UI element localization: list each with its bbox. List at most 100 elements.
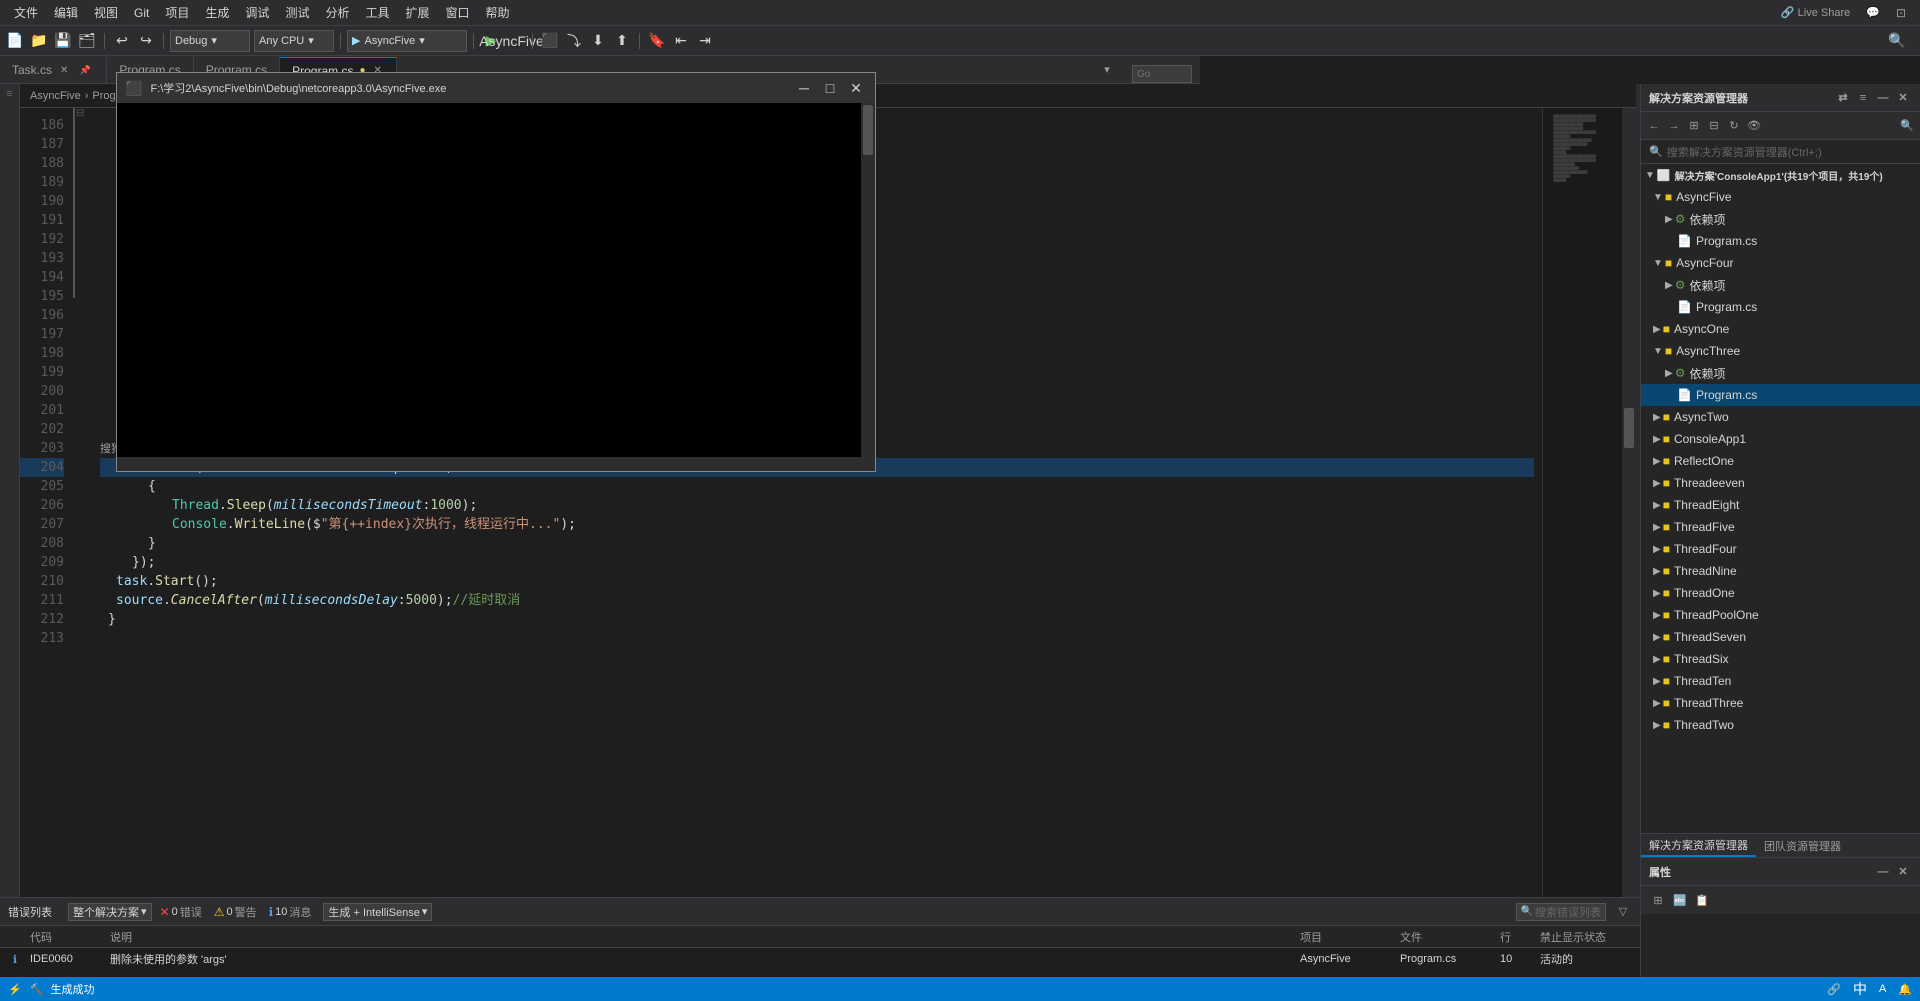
project-threadten[interactable]: ▶ ■ ThreadTen [1641,670,1920,692]
undo-btn[interactable]: ↩ [111,30,133,52]
project-threadseven[interactable]: ▶ ■ ThreadSeven [1641,626,1920,648]
sol-exp-sync-btn[interactable]: ⇄ [1834,89,1852,107]
window-controls[interactable]: ⊡ [1888,4,1914,22]
project-threadnine[interactable]: ▶ ■ ThreadNine [1641,560,1920,582]
menu-project[interactable]: 项目 [157,2,197,23]
error-search-box[interactable]: 🔍 搜索错误列表 [1516,903,1606,921]
project-threadeeven[interactable]: ▶ ■ Threadeeven [1641,472,1920,494]
cpu-config-dropdown[interactable]: Any CPU ▾ [254,30,334,52]
step-over-btn[interactable]: ⤵ [563,30,585,52]
eh-project[interactable]: 项目 [1300,929,1400,945]
project-reflectone[interactable]: ▶ ■ ReflectOne [1641,450,1920,472]
file-asyncthree-program[interactable]: 📄 Program.cs [1641,384,1920,406]
sol-back-btn[interactable]: ← [1645,117,1663,135]
props-close-btn[interactable]: ✕ [1894,863,1912,881]
eh-file[interactable]: 文件 [1400,929,1500,945]
sol-search-btn[interactable]: 🔍 [1898,117,1916,135]
bookmark-nav-btn[interactable]: ⇤ [670,30,692,52]
error-filter-btn[interactable]: ▽ [1614,903,1632,921]
chinese-input-indicator[interactable]: 中 [1853,979,1867,999]
project-threadfive[interactable]: ▶ ■ ThreadFive [1641,516,1920,538]
project-asyncthree[interactable]: ▼ ■ AsyncThree [1641,340,1920,362]
collapse-marker-204[interactable]: ⊟ [76,108,84,119]
console-body[interactable] [117,103,875,471]
menu-analyze[interactable]: 分析 [317,2,357,23]
props-pages-btn[interactable]: 📋 [1693,891,1711,909]
project-threadsix[interactable]: ▶ ■ ThreadSix [1641,648,1920,670]
bookmark-nav2-btn[interactable]: ⇥ [694,30,716,52]
error-row-1[interactable]: ℹ IDE0060 删除未使用的参数 'args' AsyncFive Prog… [0,948,1640,970]
fold-all-btn[interactable]: ≡ [6,88,12,100]
console-scroll-thumb[interactable] [863,105,873,155]
warning-count-btn[interactable]: ⚠ 0 警告 [210,904,261,920]
menu-test[interactable]: 测试 [277,2,317,23]
live-share-status[interactable]: 🔗 [1827,983,1841,996]
run-target-dropdown[interactable]: AsyncFive ▾ [504,30,526,52]
menu-help[interactable]: 帮助 [478,2,518,23]
eh-status[interactable]: 禁止显示状态 [1540,929,1640,945]
step-out-btn[interactable]: ⬆ [611,30,633,52]
sol-exp-filter-btn[interactable]: ≡ [1854,89,1872,107]
solution-tree[interactable]: ▼ ⬜ 解决方案'ConsoleApp1'(共19个项目，共19个) ▼ ■ A… [1641,164,1920,833]
editor-vscroll-thumb[interactable] [1624,408,1634,448]
console-titlebar[interactable]: ⬛ F:\学习2\AsyncFive\bin\Debug\netcoreapp3… [117,73,875,103]
menu-debug[interactable]: 调试 [237,2,277,23]
console-vscrollbar[interactable] [861,103,875,471]
bookmark-btn[interactable]: 🔖 [646,30,668,52]
console-restore-btn[interactable]: □ [819,78,841,98]
sol-view-btn[interactable]: 👁 [1745,117,1763,135]
project-asynctwo[interactable]: ▶ ■ AsyncTwo [1641,406,1920,428]
project-threadone[interactable]: ▶ ■ ThreadOne [1641,582,1920,604]
sol-exp-close-btn[interactable]: ✕ [1894,89,1912,107]
sol-expand-btn[interactable]: ⊞ [1685,117,1703,135]
sol-exp-footer-tab2[interactable]: 团队资源管理器 [1756,834,1849,857]
search-btn[interactable]: 🔍 [1886,30,1908,52]
project-threadtwo[interactable]: ▶ ■ ThreadTwo [1641,714,1920,736]
eh-code[interactable]: 代码 [30,929,110,945]
sol-exp-footer-tab1[interactable]: 解决方案资源管理器 [1641,834,1756,857]
redo-btn[interactable]: ↪ [135,30,157,52]
statusbar-left-icon[interactable]: ⚡ [8,983,22,996]
menu-edit[interactable]: 编辑 [46,2,86,23]
menu-window[interactable]: 窗口 [438,2,478,23]
deps-asyncfive[interactable]: ▶ ⚙ 依赖项 [1641,208,1920,230]
scope-dropdown[interactable]: 整个解决方案▾ [68,903,152,921]
project-consoleapp1[interactable]: ▶ ■ ConsoleApp1 [1641,428,1920,450]
project-threadeight[interactable]: ▶ ■ ThreadEight [1641,494,1920,516]
tab-taskcs[interactable]: Task.cs ✕ 📌 [0,57,107,83]
sol-exp-pin-btn[interactable]: — [1874,89,1892,107]
startup-project-dropdown[interactable]: ▶ AsyncFive ▾ [347,30,467,52]
project-asyncfive[interactable]: ▼ ■ AsyncFive [1641,186,1920,208]
deps-asyncfour[interactable]: ▶ ⚙ 依赖项 [1641,274,1920,296]
error-count-btn[interactable]: ✕ 0 错误 [156,904,206,920]
step-in-btn[interactable]: ⬇ [587,30,609,52]
go-input[interactable] [1132,65,1192,83]
deps-asyncthree[interactable]: ▶ ⚙ 依赖项 [1641,362,1920,384]
sol-refresh-btn[interactable]: ↻ [1725,117,1743,135]
props-categorize-btn[interactable]: ⊞ [1649,891,1667,909]
project-threadpoolone[interactable]: ▶ ■ ThreadPoolOne [1641,604,1920,626]
open-btn[interactable]: 📁 [28,30,50,52]
file-asyncfive-program[interactable]: 📄 Program.cs [1641,230,1920,252]
menu-view[interactable]: 视图 [86,2,126,23]
menu-build[interactable]: 生成 [197,2,237,23]
feedback-button[interactable]: 💬 [1858,4,1888,21]
save-btn[interactable]: 💾 [52,30,74,52]
menu-file[interactable]: 文件 [6,2,46,23]
eh-line[interactable]: 行 [1500,929,1540,945]
notification-bell[interactable]: 🔔 [1898,983,1912,996]
menu-git[interactable]: Git [126,4,157,22]
keyboard-layout[interactable]: A [1879,983,1886,995]
project-asyncone[interactable]: ▶ ■ AsyncOne [1641,318,1920,340]
console-close-btn[interactable]: ✕ [845,78,867,98]
live-share-button[interactable]: 🔗 Live Share [1773,4,1858,21]
build-filter-dropdown[interactable]: 生成 + IntelliSense▾ [323,903,432,921]
eh-desc[interactable]: 说明 [110,929,1300,945]
tab-pin[interactable]: 📌 [76,61,94,79]
project-threadfour[interactable]: ▶ ■ ThreadFour [1641,538,1920,560]
menu-extensions[interactable]: 扩展 [397,2,437,23]
tab-overflow-btn[interactable]: ▾ [1098,61,1116,79]
breadcrumb-item1[interactable]: AsyncFive [30,90,81,102]
props-pin-btn[interactable]: — [1874,863,1892,881]
sol-forward-btn[interactable]: → [1665,117,1683,135]
